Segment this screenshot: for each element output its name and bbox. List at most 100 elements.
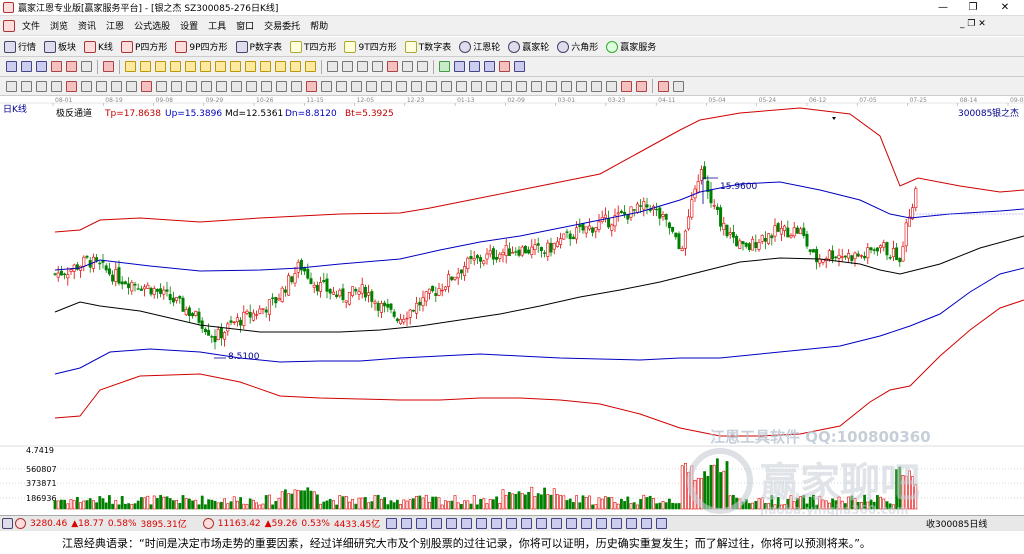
gann-tool-12-icon[interactable]	[171, 80, 182, 92]
menu-gann[interactable]: 江恩	[101, 19, 129, 32]
gann-tool-10-icon[interactable]	[141, 80, 152, 92]
gann-tool-37-icon[interactable]	[546, 80, 557, 92]
chart-type-icon[interactable]	[51, 61, 62, 72]
kline-chart[interactable]: 08-01 08-19 09-08 09-29 10-26 11-15 12-05 12-23…	[0, 96, 1024, 517]
status-icon-6[interactable]	[461, 518, 473, 529]
gann-tool-25-icon[interactable]	[366, 80, 377, 92]
first-icon[interactable]	[125, 61, 136, 72]
status-icon-13[interactable]	[566, 518, 578, 529]
t-square-button[interactable]: T四方形	[289, 40, 336, 53]
status-icon-4[interactable]	[431, 518, 443, 529]
status-icon-14[interactable]	[581, 518, 593, 529]
gann-tool-42-icon[interactable]	[621, 80, 632, 92]
fan-icon[interactable]	[387, 61, 398, 72]
diamond6-icon[interactable]	[260, 61, 271, 72]
p-table-button[interactable]: P数字表	[235, 40, 282, 53]
gann-tool-29-icon[interactable]	[426, 80, 437, 92]
gann-tool-15-icon[interactable]	[216, 80, 227, 92]
kline-type-icon[interactable]	[66, 61, 77, 72]
diamond2-icon[interactable]	[200, 61, 211, 72]
gann-tool-36-icon[interactable]	[531, 80, 542, 92]
left-icon[interactable]	[170, 61, 181, 72]
diamond-icon[interactable]	[185, 61, 196, 72]
menu-tools[interactable]: 工具	[203, 19, 231, 32]
gann-tool-1-icon[interactable]	[6, 80, 17, 92]
close-button[interactable]: ✕	[990, 0, 1020, 16]
cross-icon[interactable]	[342, 61, 353, 72]
menu-formula[interactable]: 公式选股	[129, 19, 175, 32]
gann-tool-19-icon[interactable]	[276, 80, 287, 92]
kline-button[interactable]: K线	[84, 40, 113, 53]
weight-icon[interactable]	[103, 61, 114, 72]
gann-tool-9-icon[interactable]	[126, 80, 137, 92]
hand-icon[interactable]	[327, 61, 338, 72]
gann-tool-26-icon[interactable]	[381, 80, 392, 92]
diamond5-icon[interactable]	[245, 61, 256, 72]
prev-icon[interactable]	[140, 61, 151, 72]
menu-browse[interactable]: 浏览	[45, 19, 73, 32]
9p-square-button[interactable]: 9P四方形	[175, 40, 228, 53]
zero-icon[interactable]	[81, 61, 92, 72]
status-icon-18[interactable]	[641, 518, 653, 529]
color-wheel-icon[interactable]	[658, 80, 669, 92]
gann-tool-28-icon[interactable]	[411, 80, 422, 92]
line-icon[interactable]	[357, 61, 368, 72]
menu-window[interactable]: 窗口	[231, 19, 259, 32]
draw-icon[interactable]	[402, 61, 413, 72]
status-icon-11[interactable]	[536, 518, 548, 529]
gann-tool-38-icon[interactable]	[561, 80, 572, 92]
diamond9-icon[interactable]	[305, 61, 316, 72]
gann-wheel-button[interactable]: 江恩轮	[459, 40, 500, 53]
gann-tool-6-icon[interactable]	[81, 80, 92, 92]
gann-tool-32-icon[interactable]	[471, 80, 482, 92]
diamond4-icon[interactable]	[230, 61, 241, 72]
color-icon[interactable]	[499, 61, 510, 72]
maximize-button[interactable]: ❐	[958, 0, 988, 16]
gann-tool-14-icon[interactable]	[201, 80, 212, 92]
gann-tool-39-icon[interactable]	[576, 80, 587, 92]
gann-tool-16-icon[interactable]	[231, 80, 242, 92]
quote-button[interactable]: 行情	[4, 40, 36, 53]
menu-help[interactable]: 帮助	[305, 19, 333, 32]
gann-tool-30-icon[interactable]	[441, 80, 452, 92]
menu-file[interactable]: 文件	[17, 19, 45, 32]
gann-tool-35-icon[interactable]	[516, 80, 527, 92]
t-table-button[interactable]: T数字表	[404, 40, 451, 53]
gear-icon[interactable]	[673, 80, 684, 92]
gann-tool-41-icon[interactable]	[606, 80, 617, 92]
gann-tool-21-icon[interactable]	[306, 80, 317, 92]
gann-tool-22-icon[interactable]	[321, 80, 332, 92]
save-icon[interactable]	[469, 61, 480, 72]
gann-tool-2-icon[interactable]	[21, 80, 32, 92]
status-icon-7[interactable]	[476, 518, 488, 529]
diamond7-icon[interactable]	[275, 61, 286, 72]
status-icon-5[interactable]	[446, 518, 458, 529]
info-icon[interactable]	[36, 61, 47, 72]
gann-tool-43-icon[interactable]	[636, 80, 647, 92]
status-icon-19[interactable]	[656, 518, 668, 529]
menu-settings[interactable]: 设置	[175, 19, 203, 32]
status-icon-12[interactable]	[551, 518, 563, 529]
gann-tool-4-icon[interactable]	[51, 80, 62, 92]
check-icon[interactable]	[372, 61, 383, 72]
monitor-icon[interactable]	[454, 61, 465, 72]
chart-area[interactable]: 08-01 08-19 09-08 09-29 10-26 11-15 12-05 12-23…	[0, 96, 1024, 517]
gann-tool-27-icon[interactable]	[396, 80, 407, 92]
diamond3-icon[interactable]	[215, 61, 226, 72]
gann-tool-11-icon[interactable]	[156, 80, 167, 92]
back-icon[interactable]	[155, 61, 166, 72]
menu-trade[interactable]: 交易委托	[259, 19, 305, 32]
status-icon-2[interactable]	[401, 518, 413, 529]
status-icon-8[interactable]	[491, 518, 503, 529]
9t-square-button[interactable]: 9T四方形	[344, 40, 397, 53]
angle-icon[interactable]	[417, 61, 428, 72]
winner-wheel-button[interactable]: 赢家轮	[508, 40, 549, 53]
status-icon-10[interactable]	[521, 518, 533, 529]
status-icon-3[interactable]	[416, 518, 428, 529]
export-icon[interactable]	[514, 61, 525, 72]
gann-tool-17-icon[interactable]	[246, 80, 257, 92]
gann-tool-33-icon[interactable]	[486, 80, 497, 92]
gann-tool-3-icon[interactable]	[36, 80, 47, 92]
disk-icon[interactable]	[484, 61, 495, 72]
status-icon-16[interactable]	[611, 518, 623, 529]
